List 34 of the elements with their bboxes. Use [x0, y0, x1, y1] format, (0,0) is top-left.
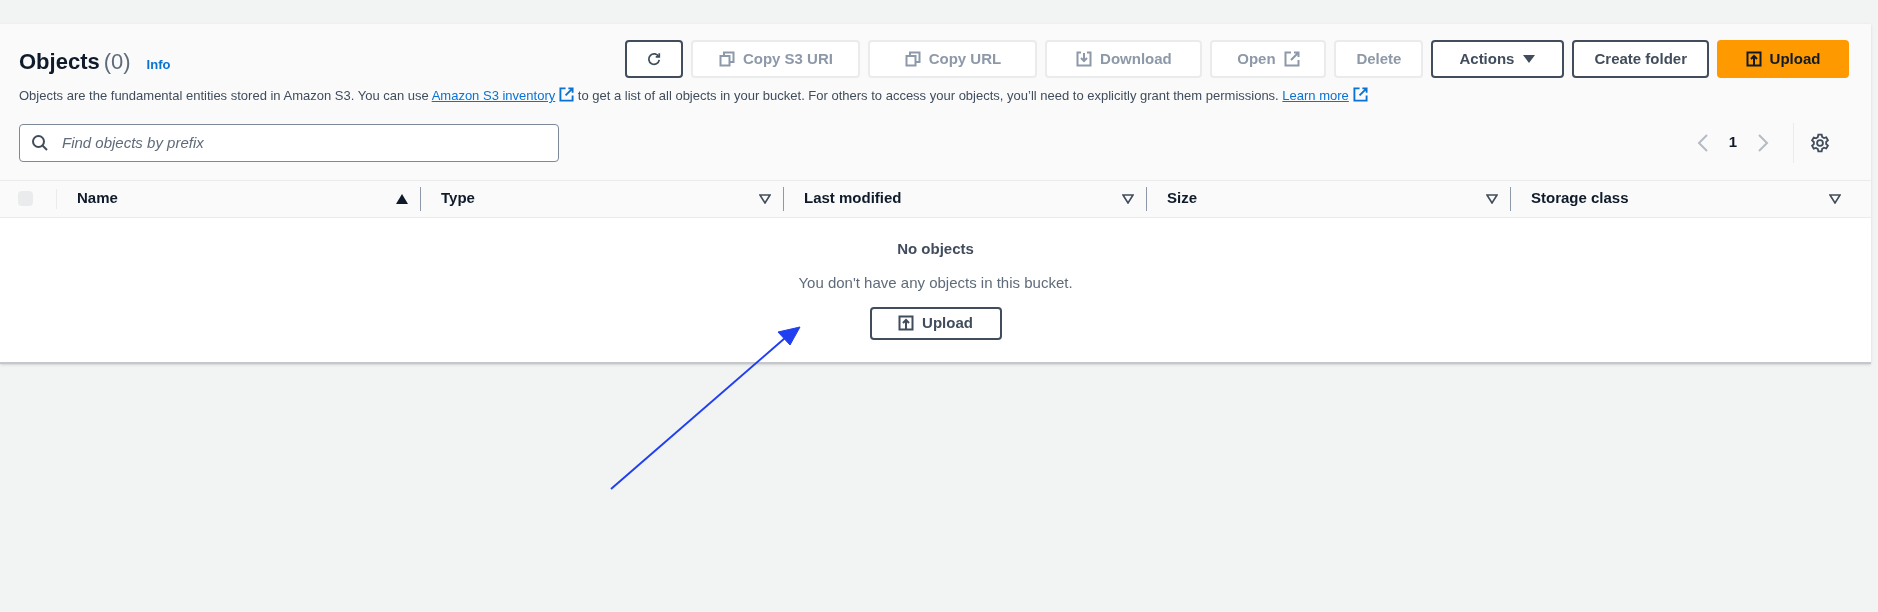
column-header[interactable]: Type — [421, 180, 783, 217]
chevron-left-icon — [1696, 132, 1709, 153]
copy-icon — [904, 51, 921, 67]
download-icon — [1076, 51, 1093, 67]
toolbar-button[interactable]: Create folder — [1572, 40, 1709, 78]
description-text: Objects are the fundamental entities stored in Amazon S3. You can use Amazon S3 inventory to get a list of all objects in your bucket. For others to access your objects, you’ll need to explicitly grant them permissions. Learn more — [19, 86, 1852, 106]
empty-state-title: No objects — [897, 238, 974, 259]
caret-down-icon — [1522, 54, 1537, 64]
refresh-button[interactable] — [625, 40, 684, 78]
external-link-icon — [559, 87, 575, 102]
help-link[interactable]: Learn more — [1282, 88, 1368, 103]
copy-icon — [718, 51, 735, 67]
toolbar-button[interactable]: Upload — [1717, 40, 1849, 78]
empty-state-message: You don't have any objects in this bucket. — [798, 273, 1073, 293]
external-link-icon — [1283, 51, 1300, 67]
search-icon — [31, 133, 49, 152]
column-header[interactable]: Storage class — [1511, 180, 1853, 217]
upload-button[interactable]: Upload — [869, 306, 1002, 340]
settings-button[interactable] — [1810, 132, 1830, 153]
panel-title: Objects — [19, 47, 100, 76]
column-header[interactable]: Last modified — [784, 180, 1146, 217]
settings-icon — [1810, 132, 1830, 153]
column-header[interactable]: Size — [1147, 180, 1510, 217]
info-link[interactable]: Info — [146, 54, 171, 74]
upload-icon — [1745, 51, 1762, 67]
search-field[interactable]: Find objects by prefix — [19, 123, 559, 162]
help-link[interactable]: Amazon S3 inventory — [431, 88, 575, 103]
actions-dropdown[interactable]: Actions — [1431, 40, 1565, 78]
upload-icon — [898, 315, 915, 331]
object-count: (0) — [103, 47, 131, 76]
page-number[interactable]: 1 — [1716, 131, 1749, 154]
external-link-icon — [1352, 87, 1368, 102]
column-header[interactable]: Name — [57, 180, 420, 217]
chevron-right-icon — [1757, 132, 1769, 153]
